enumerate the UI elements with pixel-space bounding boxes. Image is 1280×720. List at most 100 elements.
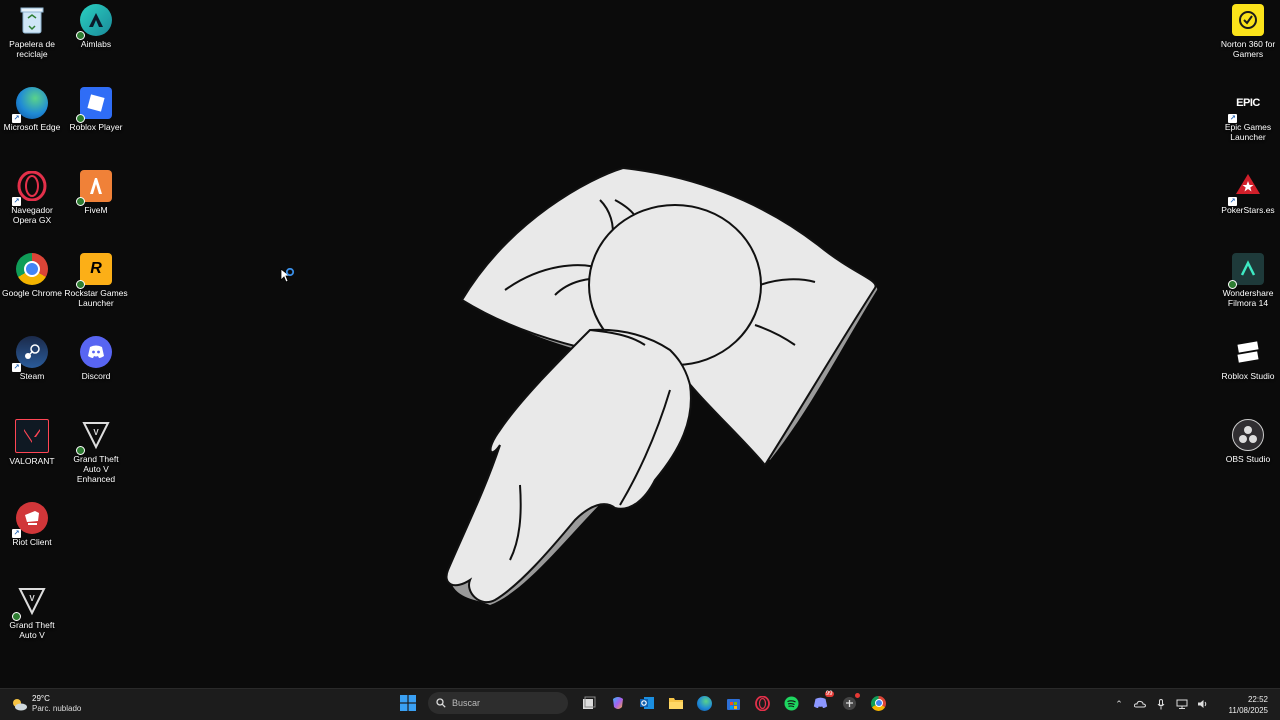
desktop-icon-valorant[interactable]: VALORANT <box>0 415 64 495</box>
svg-text:V: V <box>93 428 99 437</box>
desktop-icon-label: Navegador Opera GX <box>11 205 53 225</box>
system-tray: ⌃ <box>1105 697 1210 711</box>
discord-icon <box>813 697 828 708</box>
edge-icon <box>697 695 712 711</box>
task-view-icon <box>582 696 595 709</box>
riot-client-icon: ↗ <box>12 502 48 538</box>
desktop-icon-label: Steam <box>19 371 45 381</box>
desktop-icon-pokerstars[interactable]: ↗ PokerStars.es <box>1216 166 1280 246</box>
desktop-icon-label: Wondershare Filmora 14 <box>1222 288 1274 308</box>
desktop-icon-rockstar-launcher[interactable]: R Rockstar Games Launcher <box>64 249 128 329</box>
desktop-icon-discord[interactable]: Discord <box>64 332 128 412</box>
desktop-icon-epic-games[interactable]: EPIC ↗ Epic Games Launcher <box>1216 83 1280 163</box>
desktop-icon-steam[interactable]: ↗ Steam <box>0 332 64 412</box>
roblox-studio-icon <box>1232 336 1264 368</box>
desktop-icon-label: Norton 360 for Gamers <box>1220 39 1276 59</box>
desktop-icon-fivem[interactable]: FiveM <box>64 166 128 246</box>
desktop-icon-label: Microsoft Edge <box>3 122 61 132</box>
taskbar-store[interactable] <box>723 692 745 714</box>
obs-studio-icon <box>1232 419 1264 451</box>
taskbar-center: Buscar 99 <box>393 691 893 714</box>
desktop-icon-filmora[interactable]: Wondershare Filmora 14 <box>1216 249 1280 329</box>
weather-widget[interactable]: 29°C Parc. nublado <box>10 694 81 714</box>
desktop-icon-gta-v-enhanced[interactable]: V Grand Theft Auto V Enhanced <box>64 415 128 495</box>
rockstar-icon: R <box>76 253 112 289</box>
sync-badge-icon <box>76 114 85 123</box>
volume-icon[interactable] <box>1196 697 1210 711</box>
network-icon[interactable] <box>1175 697 1189 711</box>
desktop: Papelera de reciclaje ↗ Microsoft Edge ↗… <box>0 0 1280 688</box>
desktop-icon-label: Google Chrome <box>1 288 62 298</box>
taskbar-spotify[interactable] <box>781 692 803 714</box>
desktop-icon-label: Papelera de reciclaje <box>9 39 55 59</box>
shortcut-arrow-icon: ↗ <box>1228 197 1237 206</box>
search-placeholder: Buscar <box>452 698 481 708</box>
shortcut-arrow-icon: ↗ <box>12 529 21 538</box>
spotify-icon <box>784 696 799 710</box>
gta-v-enhanced-icon: V <box>76 419 112 455</box>
desktop-icon-label: OBS Studio <box>1225 454 1271 464</box>
desktop-icon-norton[interactable]: Norton 360 for Gamers <box>1216 0 1280 80</box>
task-view-button[interactable] <box>578 692 600 714</box>
fivem-icon <box>76 170 112 206</box>
taskbar-discord[interactable]: 99 <box>810 691 834 714</box>
shortcut-arrow-icon: ↗ <box>1228 114 1237 123</box>
taskbar-edge[interactable] <box>694 692 716 714</box>
desktop-icon-gta-v[interactable]: V Grand Theft Auto V <box>0 581 64 661</box>
taskbar-search-box[interactable]: Buscar <box>428 692 568 714</box>
weather-description: Parc. nublado <box>32 704 82 713</box>
clock-date: 11/08/2025 <box>1228 706 1268 715</box>
onedrive-cloud-icon[interactable] <box>1133 697 1147 711</box>
desktop-icon-label: Grand Theft Auto V Enhanced <box>73 454 119 484</box>
folder-icon <box>668 698 683 709</box>
windows-logo-icon <box>399 695 416 711</box>
show-hidden-icons-chevron-icon[interactable]: ⌃ <box>1112 697 1126 711</box>
desktop-icon-label: Roblox Studio <box>1221 371 1275 381</box>
taskbar-gta-launcher[interactable] <box>839 692 861 714</box>
desktop-icon-recycle-bin[interactable]: Papelera de reciclaje <box>0 0 64 80</box>
desktop-icon-roblox-studio[interactable]: Roblox Studio <box>1216 332 1280 412</box>
copilot-icon <box>612 697 623 709</box>
desktop-icon-google-chrome[interactable]: Google Chrome <box>0 249 64 329</box>
taskbar-file-explorer[interactable] <box>665 692 687 714</box>
norton-icon <box>1232 4 1264 36</box>
discord-icon <box>80 336 112 368</box>
desktop-icon-opera-gx[interactable]: ↗ Navegador Opera GX <box>0 166 64 246</box>
desktop-icon-label: FiveM <box>84 205 108 215</box>
desktop-icon-obs-studio[interactable]: OBS Studio <box>1216 415 1280 495</box>
desktop-icon-microsoft-edge[interactable]: ↗ Microsoft Edge <box>0 83 64 163</box>
taskbar-copilot[interactable] <box>607 692 629 714</box>
desktop-icon-label: Aimlabs <box>80 39 112 49</box>
app-icon <box>843 696 856 710</box>
outlook-icon <box>639 697 654 709</box>
desktop-icon-roblox-player[interactable]: Roblox Player <box>64 83 128 163</box>
microphone-icon[interactable] <box>1154 697 1168 711</box>
taskbar-chrome[interactable] <box>868 692 890 714</box>
notification-badge: 99 <box>824 691 834 697</box>
chrome-icon <box>871 695 886 711</box>
sync-badge-icon <box>76 197 85 206</box>
desktop-icon-label: Rockstar Games Launcher <box>64 288 128 308</box>
weather-text: 29°C Parc. nublado <box>32 694 81 714</box>
desktop-icon-label: Riot Client <box>12 537 52 547</box>
start-button[interactable] <box>397 692 419 714</box>
taskbar-outlook[interactable] <box>636 692 658 714</box>
taskbar-opera-gx[interactable] <box>752 692 774 714</box>
desktop-icon-label: Roblox Player <box>69 122 123 132</box>
edge-icon: ↗ <box>12 87 48 123</box>
opera-gx-icon: ↗ <box>12 170 48 206</box>
desktop-icon-riot-client[interactable]: ↗ Riot Client <box>0 498 64 578</box>
desktop-icon-label: Discord <box>81 371 111 381</box>
sync-badge-icon <box>76 280 85 289</box>
valorant-icon <box>15 419 49 453</box>
system-clock[interactable]: 22:52 11/08/2025 <box>1229 694 1268 716</box>
sync-badge-icon <box>12 612 21 621</box>
search-icon <box>436 698 446 708</box>
desktop-icon-aimlabs[interactable]: Aimlabs <box>64 0 128 80</box>
steam-icon: ↗ <box>12 336 48 372</box>
recording-dot-icon <box>854 693 860 698</box>
shortcut-arrow-icon: ↗ <box>12 114 21 123</box>
sync-badge-icon <box>76 446 85 455</box>
desktop-icon-label: PokerStars.es <box>1221 205 1275 215</box>
shortcut-arrow-icon: ↗ <box>12 363 21 372</box>
